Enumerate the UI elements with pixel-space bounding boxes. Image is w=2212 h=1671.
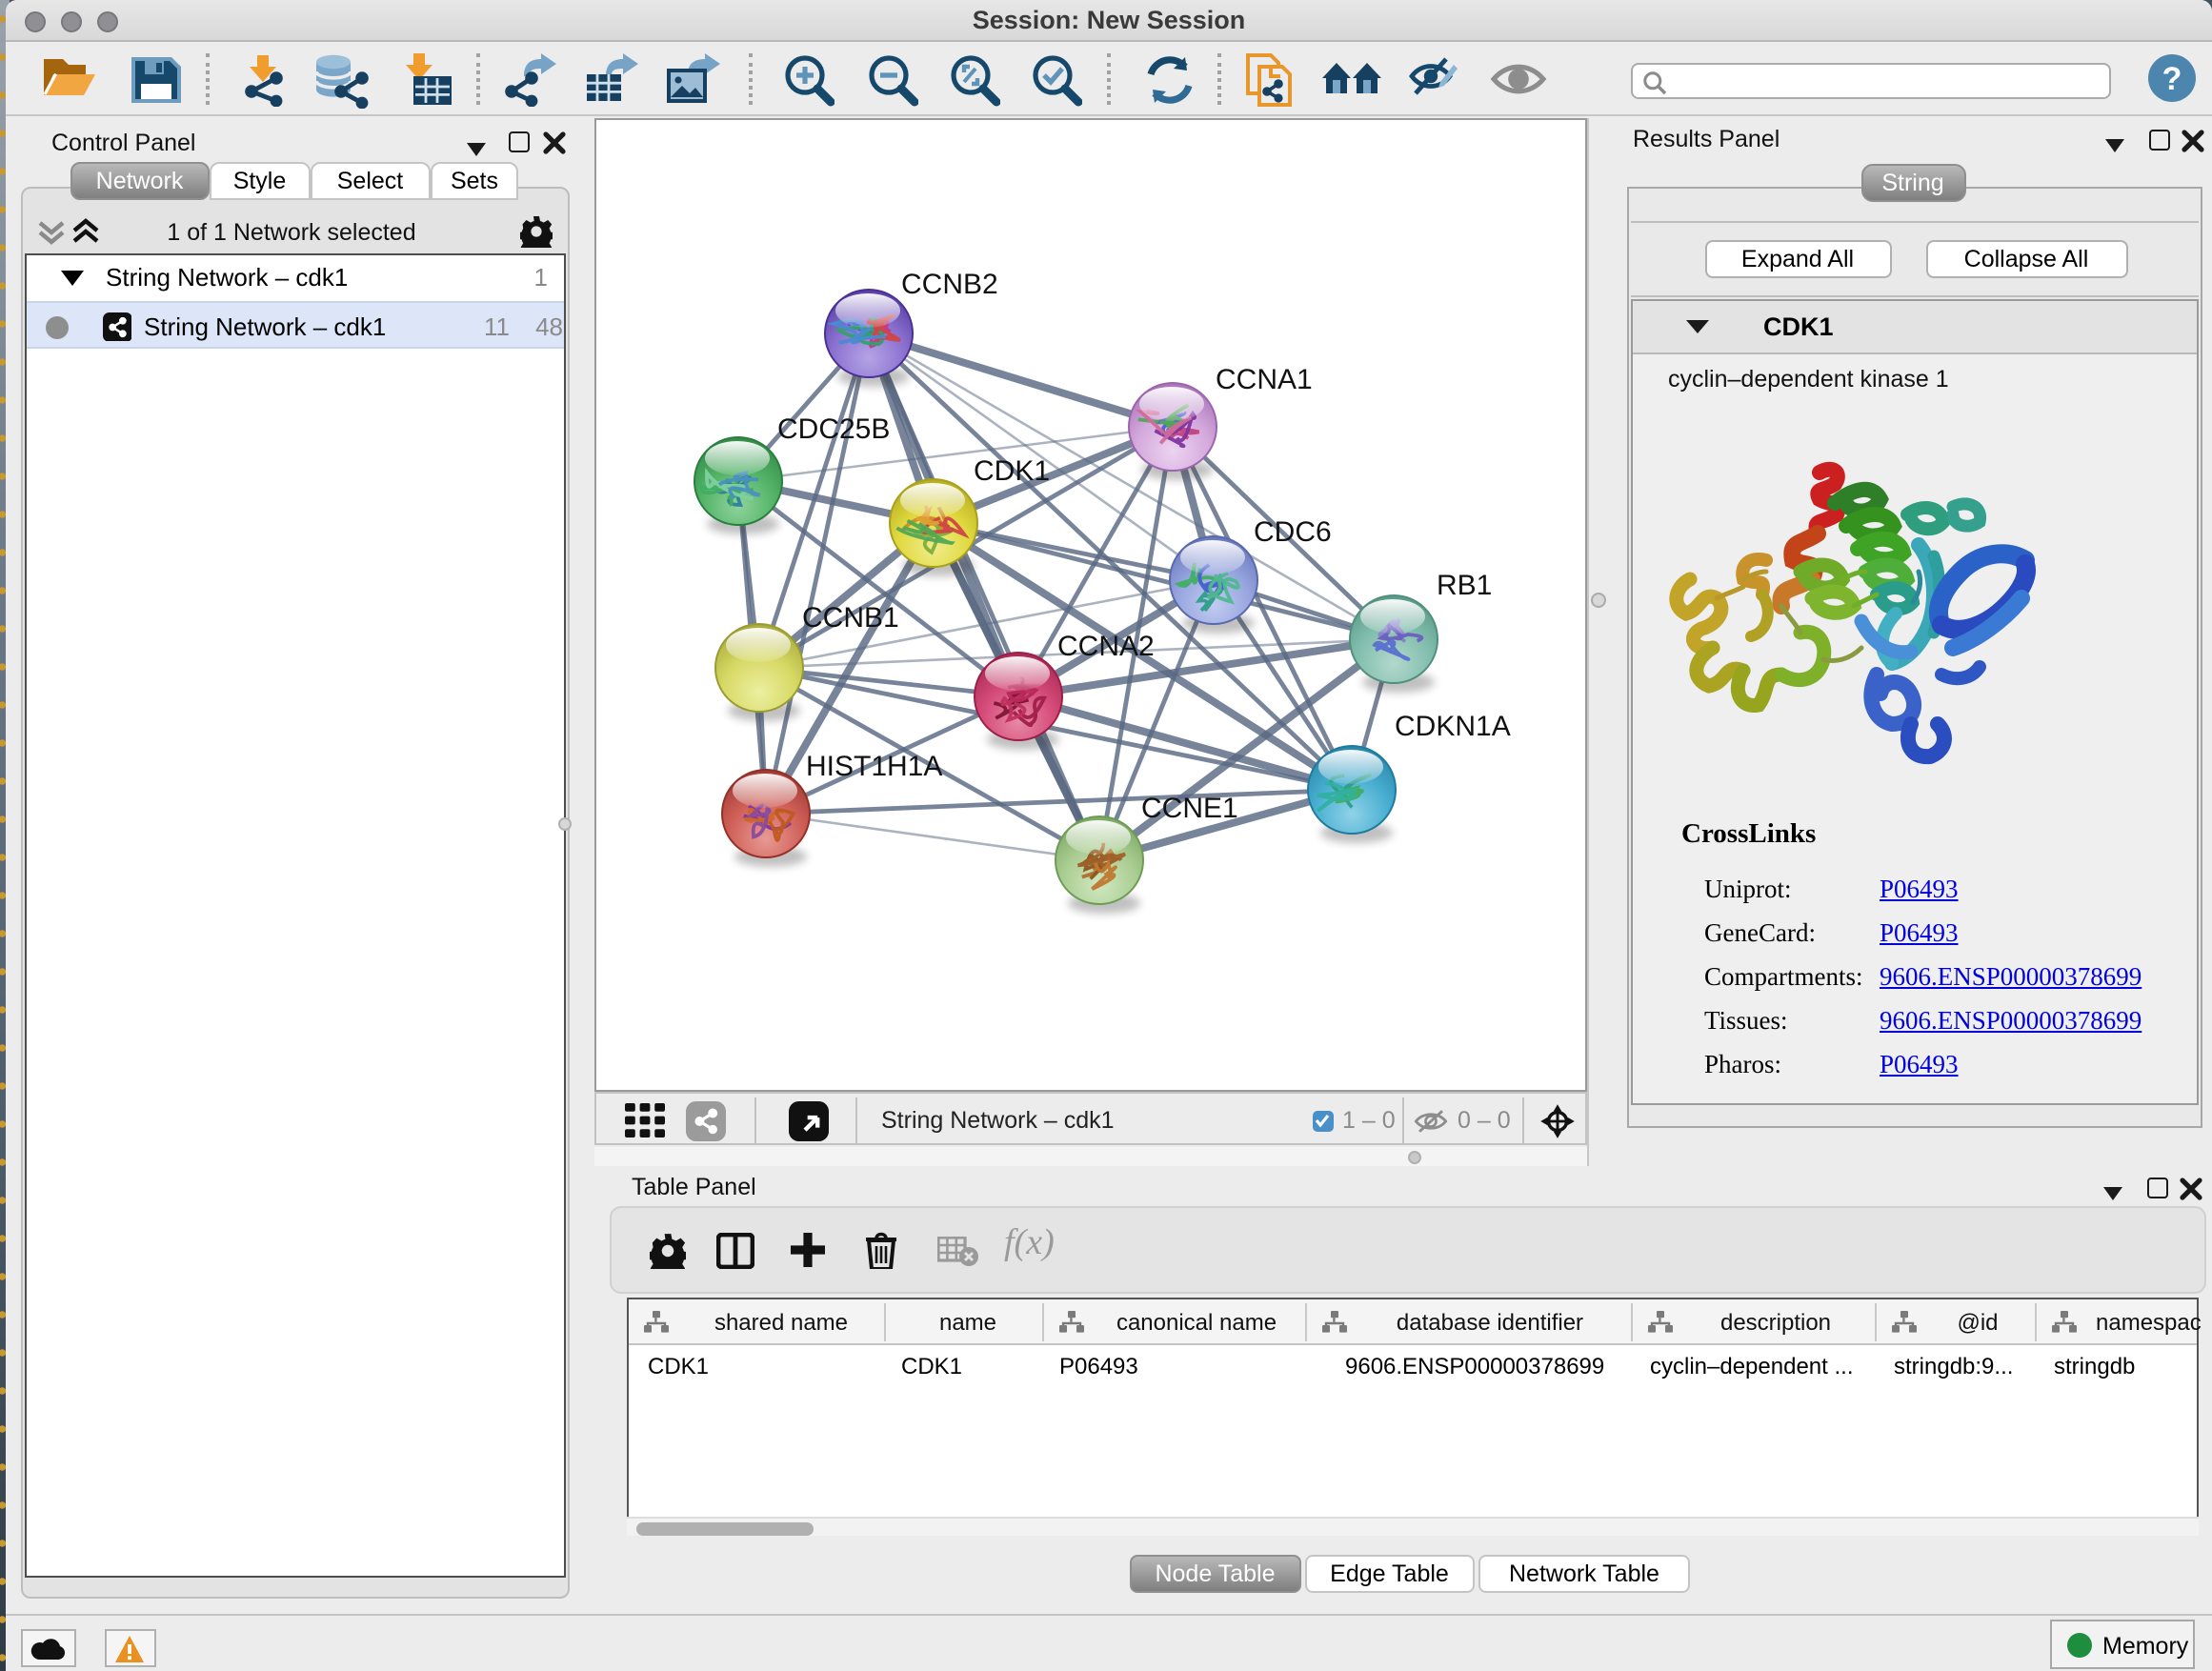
- svg-text:HIST1H1A: HIST1H1A: [805, 751, 941, 782]
- svg-text:CDC6: CDC6: [1253, 516, 1331, 548]
- svg-text:CCNA1: CCNA1: [1215, 364, 1312, 395]
- svg-text:CCNA2: CCNA2: [1056, 631, 1154, 662]
- svg-text:?: ?: [2162, 60, 2182, 96]
- svg-text:RB1: RB1: [1436, 570, 1491, 601]
- svg-text:CCNB2: CCNB2: [900, 269, 997, 300]
- svg-text:CDK1: CDK1: [973, 455, 1049, 487]
- svg-text:CCNB1: CCNB1: [801, 602, 898, 634]
- svg-text:CCNE1: CCNE1: [1140, 793, 1237, 824]
- svg-text:CDKN1A: CDKN1A: [1394, 711, 1510, 742]
- svg-text:CDC25B: CDC25B: [776, 413, 889, 445]
